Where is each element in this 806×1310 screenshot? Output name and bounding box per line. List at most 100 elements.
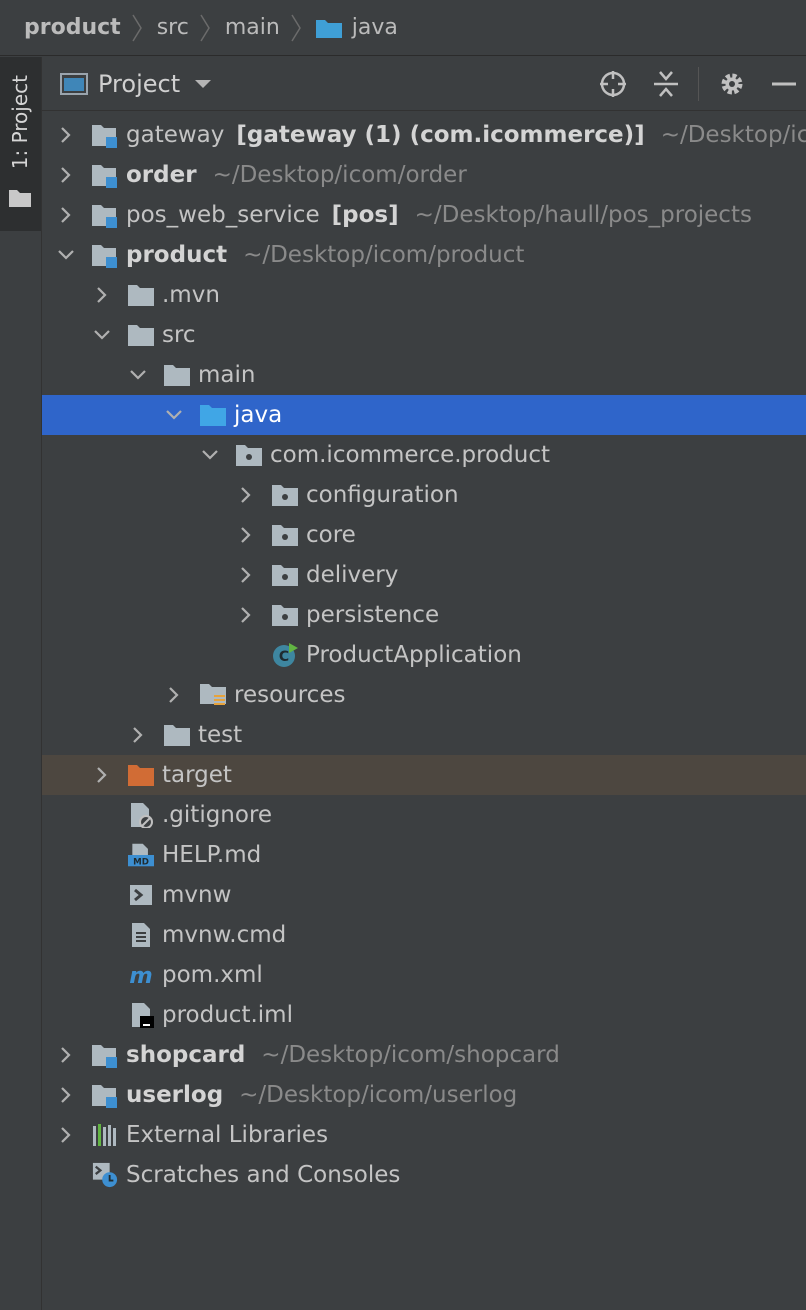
chevron-right-icon[interactable] xyxy=(128,725,148,745)
chevron-down-icon[interactable] xyxy=(200,445,220,465)
chevron-right-icon[interactable] xyxy=(56,165,76,185)
breadcrumb-label: main xyxy=(224,15,280,40)
dropdown-arrow-icon[interactable] xyxy=(194,78,212,90)
minimize-icon[interactable] xyxy=(770,69,798,99)
chevron-right-icon xyxy=(200,14,210,41)
module-qualifier: [pos] xyxy=(331,202,399,228)
tree-item-label: mvnw xyxy=(162,882,232,908)
chevron-right-icon[interactable] xyxy=(236,485,256,505)
tree-row-productapplication[interactable]: C ProductApplication xyxy=(42,635,806,675)
tree-row-core[interactable]: core xyxy=(42,515,806,555)
chevron-right-icon[interactable] xyxy=(236,525,256,545)
chevron-right-icon[interactable] xyxy=(56,205,76,225)
module-path: ~/Desktop/icom/userlog xyxy=(239,1082,518,1108)
chevron-right-icon xyxy=(132,14,142,41)
gitignore-file-icon xyxy=(128,802,154,828)
tree-item-label: configuration xyxy=(306,482,459,508)
chevron-right-icon[interactable] xyxy=(236,565,256,585)
tree-row-mvn[interactable]: .mvn xyxy=(42,275,806,315)
collapse-all-icon[interactable] xyxy=(652,69,680,99)
tree-row-mvnw-cmd[interactable]: mvnw.cmd xyxy=(42,915,806,955)
chevron-right-icon[interactable] xyxy=(92,765,112,785)
chevron-down-icon[interactable] xyxy=(128,365,148,385)
chevron-right-icon[interactable] xyxy=(56,1125,76,1145)
tree-item-label: resources xyxy=(234,682,346,708)
tree-row-java[interactable]: java xyxy=(42,395,806,435)
chevron-right-icon[interactable] xyxy=(56,1085,76,1105)
tree-row-shopcard[interactable]: shopcard ~/Desktop/icom/shopcard xyxy=(42,1035,806,1075)
tree-row-mvnw[interactable]: mvnw xyxy=(42,875,806,915)
tree-row-pos-web-service[interactable]: pos_web_service [pos] ~/Desktop/haull/pos_… xyxy=(42,195,806,235)
chevron-down-icon[interactable] xyxy=(92,325,112,345)
tree-item-label: External Libraries xyxy=(126,1122,329,1148)
tool-window-strip: 1: Project xyxy=(0,57,42,1310)
tree-item-label: shopcard xyxy=(126,1042,246,1068)
project-view-title[interactable]: Project xyxy=(98,70,180,98)
package-icon xyxy=(272,522,298,548)
svg-text:MD: MD xyxy=(133,858,149,868)
module-qualifier: [gateway (1) (com.icommerce)] xyxy=(236,122,645,148)
tree-row-external-libraries[interactable]: External Libraries xyxy=(42,1115,806,1155)
tree-item-label: product xyxy=(126,242,228,268)
tree-item-label: pom.xml xyxy=(162,962,263,988)
spring-class-icon: C xyxy=(272,642,298,668)
package-icon xyxy=(272,562,298,588)
breadcrumb-item-main[interactable]: main xyxy=(225,15,280,40)
breadcrumb-item-product[interactable]: product xyxy=(24,15,121,40)
tree-row-delivery[interactable]: delivery xyxy=(42,555,806,595)
svg-text:m: m xyxy=(129,963,152,988)
libraries-icon xyxy=(92,1122,118,1148)
chevron-right-icon[interactable] xyxy=(92,285,112,305)
chevron-right-icon[interactable] xyxy=(164,685,184,705)
tree-row-resources[interactable]: resources xyxy=(42,675,806,715)
tree-item-label: persistence xyxy=(306,602,440,628)
project-panel-header: Project xyxy=(42,57,806,111)
tree-item-label: Scratches and Consoles xyxy=(126,1162,401,1188)
chevron-right-icon[interactable] xyxy=(56,1045,76,1065)
folder-icon xyxy=(9,190,31,207)
module-path: ~/Desktop/icom/product xyxy=(243,242,525,268)
chevron-down-icon[interactable] xyxy=(56,245,76,265)
toolbar-divider xyxy=(698,67,699,101)
breadcrumb-label: java xyxy=(351,15,398,40)
tree-row-target[interactable]: target xyxy=(42,755,806,795)
breadcrumb-label: src xyxy=(156,15,189,40)
tree-row-main[interactable]: main xyxy=(42,355,806,395)
project-tab-label: 1: Project xyxy=(8,75,32,170)
tree-row-product[interactable]: product ~/Desktop/icom/product xyxy=(42,235,806,275)
locate-file-icon[interactable] xyxy=(598,69,628,99)
folder-icon xyxy=(128,282,154,308)
tree-row-userlog[interactable]: userlog ~/Desktop/icom/userlog xyxy=(42,1075,806,1115)
module-icon xyxy=(92,1042,118,1068)
chevron-right-icon[interactable] xyxy=(56,125,76,145)
tree-row-pom-xml[interactable]: m pom.xml xyxy=(42,955,806,995)
tree-row-help-md[interactable]: MD HELP.md xyxy=(42,835,806,875)
tree-row-src[interactable]: src xyxy=(42,315,806,355)
tree-row-gitignore[interactable]: .gitignore xyxy=(42,795,806,835)
tree-row-scratches-and-consoles[interactable]: Scratches and Consoles xyxy=(42,1155,806,1195)
package-icon xyxy=(236,442,262,468)
tree-row-order[interactable]: order ~/Desktop/icom/order xyxy=(42,155,806,195)
chevron-down-icon[interactable] xyxy=(164,405,184,425)
module-icon xyxy=(92,122,118,148)
chevron-right-icon[interactable] xyxy=(236,605,256,625)
tree-row-test[interactable]: test xyxy=(42,715,806,755)
tree-row-configuration[interactable]: configuration xyxy=(42,475,806,515)
tree-item-label: .mvn xyxy=(162,282,220,308)
tree-item-label: test xyxy=(198,722,243,748)
tree-row-gateway[interactable]: gateway [gateway (1) (com.icommerce)] ~/De… xyxy=(42,115,806,155)
breadcrumb-item-java[interactable]: java xyxy=(315,15,398,40)
project-tool-window-tab[interactable]: 1: Project xyxy=(0,57,41,231)
gear-icon[interactable] xyxy=(718,69,746,99)
tree-row-com-icommerce-product[interactable]: com.icommerce.product xyxy=(42,435,806,475)
breadcrumb-item-src[interactable]: src xyxy=(157,15,189,40)
tree-item-label: target xyxy=(162,762,232,788)
folder-icon xyxy=(164,722,190,748)
tree-row-product-iml[interactable]: product.iml xyxy=(42,995,806,1035)
tree-item-label: product.iml xyxy=(162,1002,293,1028)
tree-row-persistence[interactable]: persistence xyxy=(42,595,806,635)
tree-item-label: order xyxy=(126,162,197,188)
folder-icon xyxy=(128,322,154,348)
package-icon xyxy=(272,602,298,628)
module-icon xyxy=(92,242,118,268)
